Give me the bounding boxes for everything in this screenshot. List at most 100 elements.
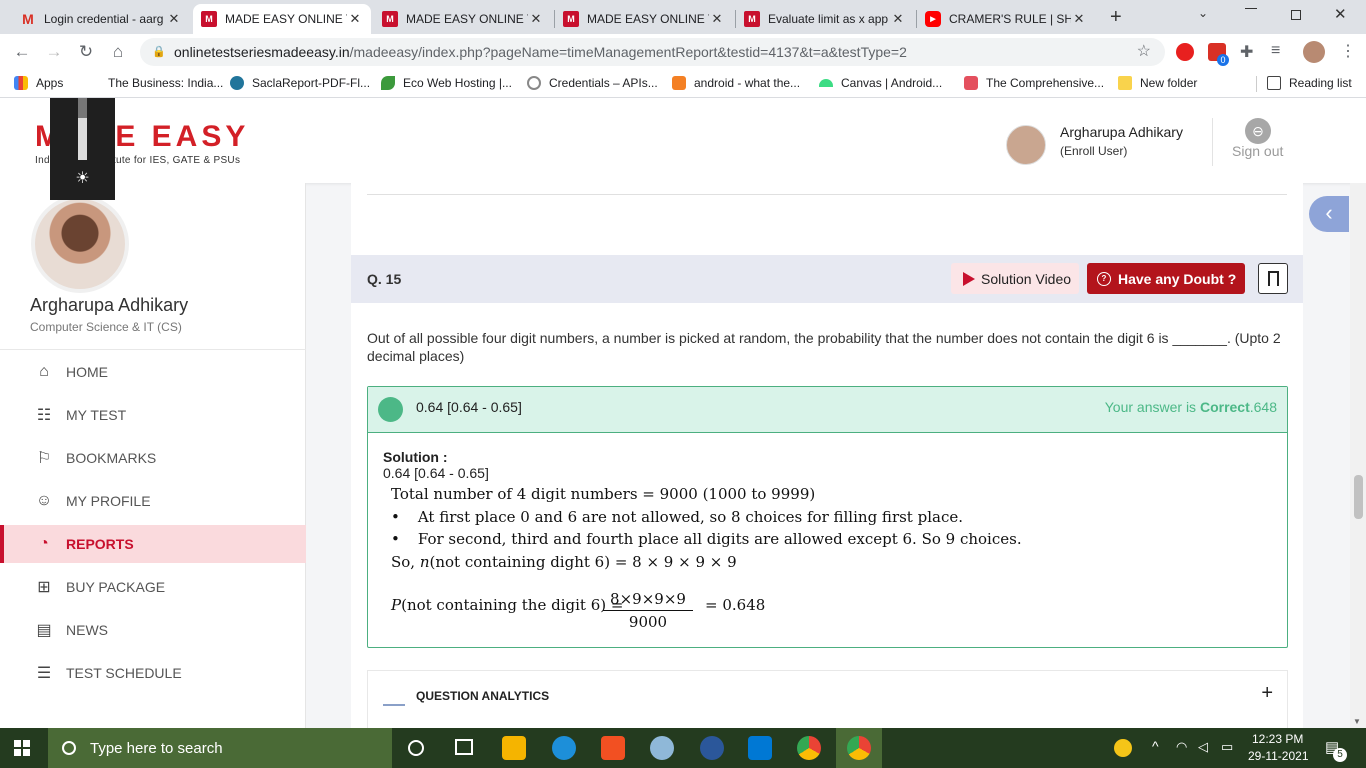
solution-video-button[interactable]: Solution Video <box>951 263 1079 294</box>
profile-avatar[interactable] <box>1303 41 1325 63</box>
expand-icon[interactable]: + <box>1261 682 1273 705</box>
tab-madeeasy-3[interactable]: M MADE EASY ONLINE T ✕ <box>555 4 733 34</box>
sidebar-item-news[interactable]: ▤ NEWS <box>0 611 306 649</box>
bookmark-android-so[interactable]: android - what the... <box>672 76 800 90</box>
tab-madeeasy-active[interactable]: M MADE EASY ONLINE T ✕ <box>193 4 371 34</box>
home-button[interactable]: ⌂ <box>106 40 130 64</box>
sidebar-item-my-test[interactable]: ☷ MY TEST <box>0 396 306 434</box>
new-tab-button[interactable]: + <box>1110 6 1122 29</box>
header-divider <box>1212 118 1213 166</box>
reading-list[interactable]: Reading list <box>1267 76 1352 90</box>
window-close-button[interactable]: ✕ <box>1334 5 1347 23</box>
leaf-icon <box>381 76 395 90</box>
bookmark-business[interactable]: The Business: India... <box>108 76 223 90</box>
search-icon <box>62 741 76 755</box>
edge-icon[interactable] <box>552 736 576 760</box>
bookmark-apps[interactable]: Apps <box>14 76 63 90</box>
file-explorer-icon[interactable] <box>502 736 526 760</box>
restore-button[interactable] <box>1291 10 1301 20</box>
header-user-role: (Enroll User) <box>1060 144 1128 158</box>
gear-icon <box>527 76 541 90</box>
sidebar-item-buy-package[interactable]: ⊞ BUY PACKAGE <box>0 568 306 606</box>
weather-icon[interactable] <box>1114 739 1132 757</box>
sidebar-item-test-schedule[interactable]: ☰ TEST SCHEDULE <box>0 654 306 692</box>
scroll-down-icon[interactable]: ▼ <box>1353 717 1361 726</box>
fraction-denominator: 9000 <box>628 613 668 631</box>
sidebar-item-my-profile[interactable]: ☺ MY PROFILE <box>0 482 306 520</box>
collapse-panel-button[interactable]: ‹ <box>1309 196 1349 232</box>
header-avatar[interactable] <box>1006 125 1046 165</box>
bookmark-comprehensive[interactable]: The Comprehensive... <box>964 76 1104 90</box>
bookmark-saclareport[interactable]: SaclaReport-PDF-Fl... <box>230 76 370 90</box>
correct-answer: 0.64 [0.64 - 0.65] <box>416 399 522 415</box>
windows-start-icon[interactable] <box>14 740 30 756</box>
bookmark-canvas[interactable]: Canvas | Android... <box>819 76 942 90</box>
tab-madeeasy-2[interactable]: M MADE EASY ONLINE T ✕ <box>374 4 552 34</box>
close-icon[interactable]: ✕ <box>166 11 182 27</box>
star-icon[interactable]: ☆ <box>1137 38 1151 66</box>
solution-line-2: • At first place 0 and 6 are not allowed,… <box>391 508 963 526</box>
forward-button[interactable]: → <box>42 40 66 64</box>
bookmark-question-button[interactable] <box>1258 263 1288 294</box>
reload-button[interactable]: ↻ <box>74 40 98 64</box>
tab-youtube[interactable]: ▶ CRAMER'S RULE | SHC ✕ <box>917 4 1095 34</box>
sidebar-item-home[interactable]: ⌂ HOME <box>0 353 306 391</box>
site-header: MADE EASY India's Best Institute for IES… <box>0 98 1366 200</box>
paint-icon[interactable] <box>650 736 674 760</box>
close-icon[interactable]: ✕ <box>1071 11 1087 27</box>
tab-title: MADE EASY ONLINE T <box>406 12 528 26</box>
word-icon[interactable] <box>700 736 724 760</box>
tab-title: CRAMER'S RULE | SHC <box>949 12 1071 26</box>
tray-chevron-icon[interactable]: ^ <box>1152 738 1159 754</box>
extension-icon[interactable] <box>1176 43 1194 61</box>
scrollbar-thumb[interactable] <box>1354 475 1363 519</box>
taskbar-search[interactable]: Type here to search <box>48 728 392 768</box>
answer-header: 0.64 [0.64 - 0.65] Your answer is Correc… <box>368 387 1287 433</box>
minimize-button[interactable] <box>1245 8 1257 9</box>
tab-title: MADE EASY ONLINE T <box>225 12 347 26</box>
close-icon[interactable]: ✕ <box>890 11 906 27</box>
tab-search-icon[interactable]: ⌄ <box>1198 6 1208 20</box>
sidebar-item-reports[interactable]: ◔ REPORTS <box>0 525 306 563</box>
probability-fraction: 8×9×9×9 9000 <box>603 590 693 631</box>
header-user-name: Argharupa Adhikary <box>1060 124 1183 140</box>
media-icon[interactable]: ≡ <box>1271 42 1280 60</box>
page-scrollbar[interactable]: ▼ <box>1350 183 1366 728</box>
home-icon: ⌂ <box>39 363 49 380</box>
question-header: Q. 15 Solution Video ? Have any Doubt ? <box>351 255 1303 303</box>
close-icon[interactable]: ✕ <box>709 11 725 27</box>
signout-button[interactable]: Sign out <box>1232 143 1283 159</box>
back-button[interactable]: ← <box>10 40 34 64</box>
solution-line-1: Total number of 4 digit numbers = 9000 (… <box>391 485 816 503</box>
chrome-profile-icon <box>847 736 871 760</box>
wifi-icon[interactable]: ◠ <box>1176 739 1187 755</box>
signout-icon[interactable]: ⊖ <box>1245 118 1271 144</box>
bookmark-eco-web[interactable]: Eco Web Hosting |... <box>381 76 512 90</box>
puzzle-icon[interactable]: ✚ <box>1240 42 1253 62</box>
address-bar[interactable]: 🔒 onlinetestseriesmadeeasy.in/madeeasy/i… <box>140 38 1165 66</box>
close-icon[interactable]: ✕ <box>347 11 363 27</box>
bookmark-credentials[interactable]: Credentials – APIs... <box>527 76 658 90</box>
close-icon[interactable]: ✕ <box>528 11 544 27</box>
task-view-icon[interactable] <box>455 739 473 755</box>
volume-icon[interactable]: ◁ <box>1198 739 1208 755</box>
vscode-icon[interactable] <box>748 736 772 760</box>
clock-time[interactable]: 12:23 PM <box>1252 732 1303 746</box>
solution-answer: 0.64 [0.64 - 0.65] <box>383 465 489 481</box>
sidebar-item-bookmarks[interactable]: ⚐ BOOKMARKS <box>0 439 306 477</box>
bookmark-new-folder[interactable]: New folder <box>1118 76 1197 90</box>
sidebar-user-dept: Computer Science & IT (CS) <box>30 320 182 334</box>
tab-gmail[interactable]: M Login credential - aarg ✕ <box>12 4 190 34</box>
chrome-icon[interactable] <box>797 736 821 760</box>
menu-icon[interactable]: ⋮ <box>1340 41 1356 61</box>
tab-evaluate-limit[interactable]: M Evaluate limit as x app ✕ <box>736 4 914 34</box>
stackoverflow-icon <box>672 76 686 90</box>
chrome-active-window[interactable] <box>836 728 882 768</box>
store-icon[interactable] <box>601 736 625 760</box>
question-analytics-panel[interactable]: QUESTION ANALYTICS + <box>367 670 1288 728</box>
sidebar-divider <box>0 349 306 350</box>
have-doubt-button[interactable]: ? Have any Doubt ? <box>1087 263 1245 294</box>
clock-date[interactable]: 29-11-2021 <box>1248 749 1309 763</box>
cortana-icon[interactable] <box>408 740 424 756</box>
battery-icon[interactable]: ▭ <box>1221 739 1233 755</box>
